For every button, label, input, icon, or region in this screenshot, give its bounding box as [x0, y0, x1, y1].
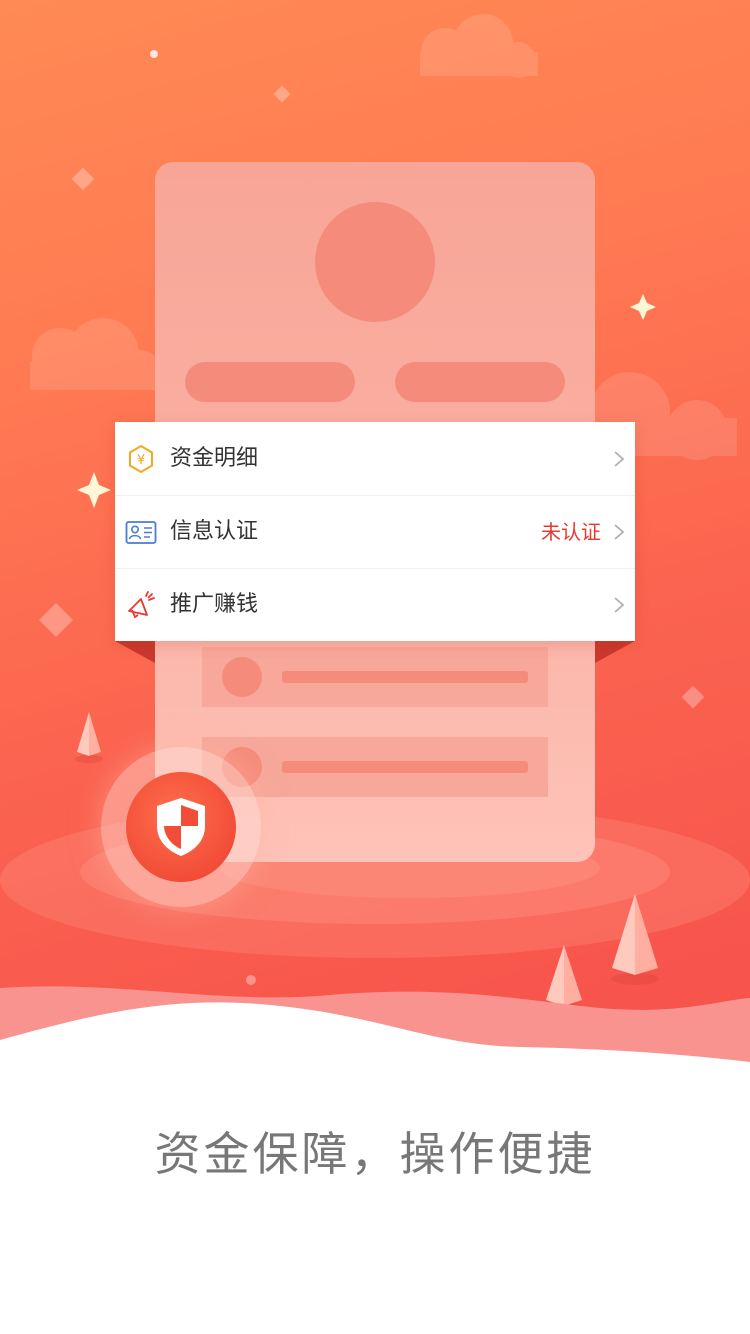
avatar-placeholder [315, 202, 435, 322]
menu-card: ¥ 资金明细 信息认证 未认证 推广赚钱 [115, 422, 635, 641]
menu-item-identity-verification[interactable]: 信息认证 未认证 [115, 495, 635, 567]
dot-decoration [150, 50, 158, 58]
menu-item-label: 推广赚钱 [170, 592, 259, 617]
card-fold-right [595, 641, 635, 663]
menu-item-label: 资金明细 [170, 446, 259, 471]
card-fold-left [115, 641, 155, 663]
id-card-icon [125, 521, 157, 544]
list-row-placeholder [202, 647, 548, 707]
verification-status-text: 未认证 [541, 520, 601, 544]
chevron-right-icon [614, 451, 625, 467]
menu-item-label: 信息认证 [170, 519, 259, 544]
security-badge [126, 772, 236, 882]
slogan-text: 资金保障，操作便捷 [154, 1127, 596, 1181]
menu-item-promote-earn[interactable]: 推广赚钱 [115, 568, 635, 640]
sparkle-icon [630, 294, 656, 320]
svg-text:¥: ¥ [137, 453, 145, 468]
menu-item-fund-details[interactable]: ¥ 资金明细 [115, 422, 635, 494]
pill-placeholder [185, 362, 355, 402]
pill-placeholder [395, 362, 565, 402]
chevron-right-icon [614, 597, 625, 613]
list-row-placeholder [202, 737, 548, 797]
yuan-hexagon-icon: ¥ [129, 444, 153, 474]
sparkle-icon [77, 472, 111, 508]
shield-icon [157, 798, 205, 856]
chevron-right-icon [614, 524, 625, 540]
megaphone-icon [128, 591, 155, 619]
dot-decoration [246, 975, 256, 985]
